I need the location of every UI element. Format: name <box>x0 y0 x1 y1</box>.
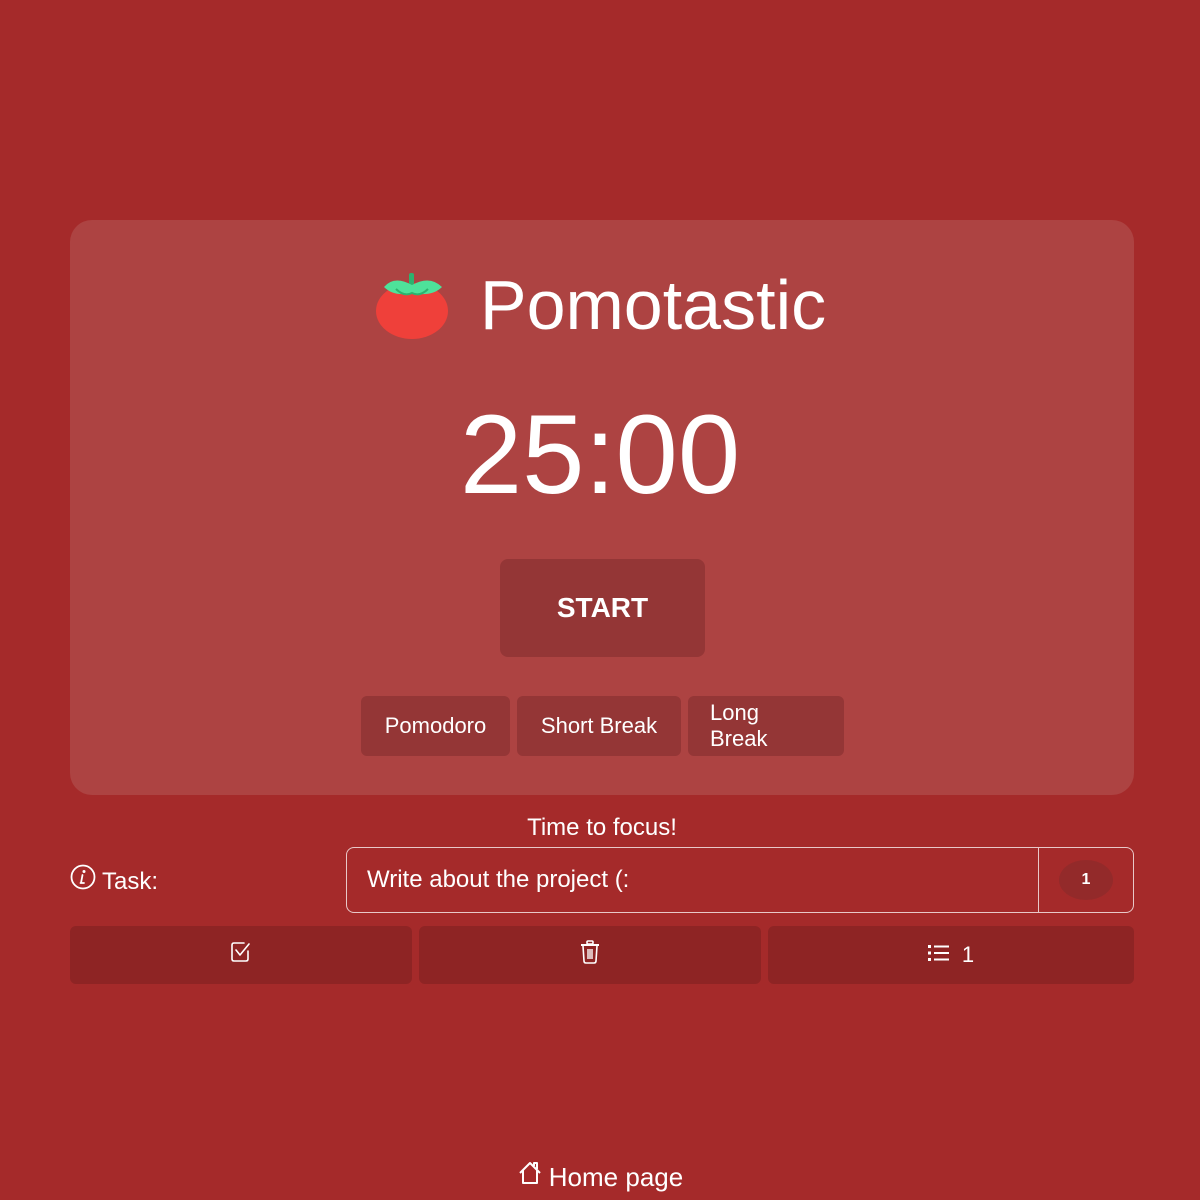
list-icon <box>927 942 950 968</box>
pomodoro-count-badge[interactable]: 1 <box>1059 860 1113 900</box>
mode-long-break-button[interactable]: Long Break <box>688 696 844 756</box>
task-list-count: 1 <box>961 942 975 967</box>
task-label: Task: <box>102 867 159 895</box>
timer-display: 25:00 <box>459 392 741 517</box>
info-icon[interactable] <box>70 864 96 899</box>
app-title: Pomotastic <box>479 266 827 344</box>
home-page-link[interactable]: Home page <box>0 1160 1200 1193</box>
trash-icon <box>580 940 600 970</box>
app-header: Pomotastic <box>0 265 1200 345</box>
status-message: Time to focus! <box>527 814 677 841</box>
tomato-icon <box>374 267 450 343</box>
task-count-cell: 1 <box>1038 848 1133 912</box>
task-input-group: 1 <box>346 847 1134 913</box>
task-label-group: Task: <box>70 864 158 899</box>
house-icon <box>517 1160 543 1193</box>
checkbox-check-icon <box>230 941 252 969</box>
home-page-label: Home page <box>548 1161 684 1192</box>
start-button[interactable]: START <box>500 559 705 657</box>
delete-task-button[interactable] <box>419 926 761 984</box>
task-input[interactable] <box>347 848 1038 912</box>
mode-selector: Pomodoro Short Break Long Break <box>361 696 844 756</box>
mode-pomodoro-button[interactable]: Pomodoro <box>361 696 510 756</box>
mode-short-break-button[interactable]: Short Break <box>517 696 681 756</box>
task-list-button[interactable]: 1 <box>768 926 1134 984</box>
task-actions: 1 <box>70 926 1134 984</box>
complete-task-button[interactable] <box>70 926 412 984</box>
